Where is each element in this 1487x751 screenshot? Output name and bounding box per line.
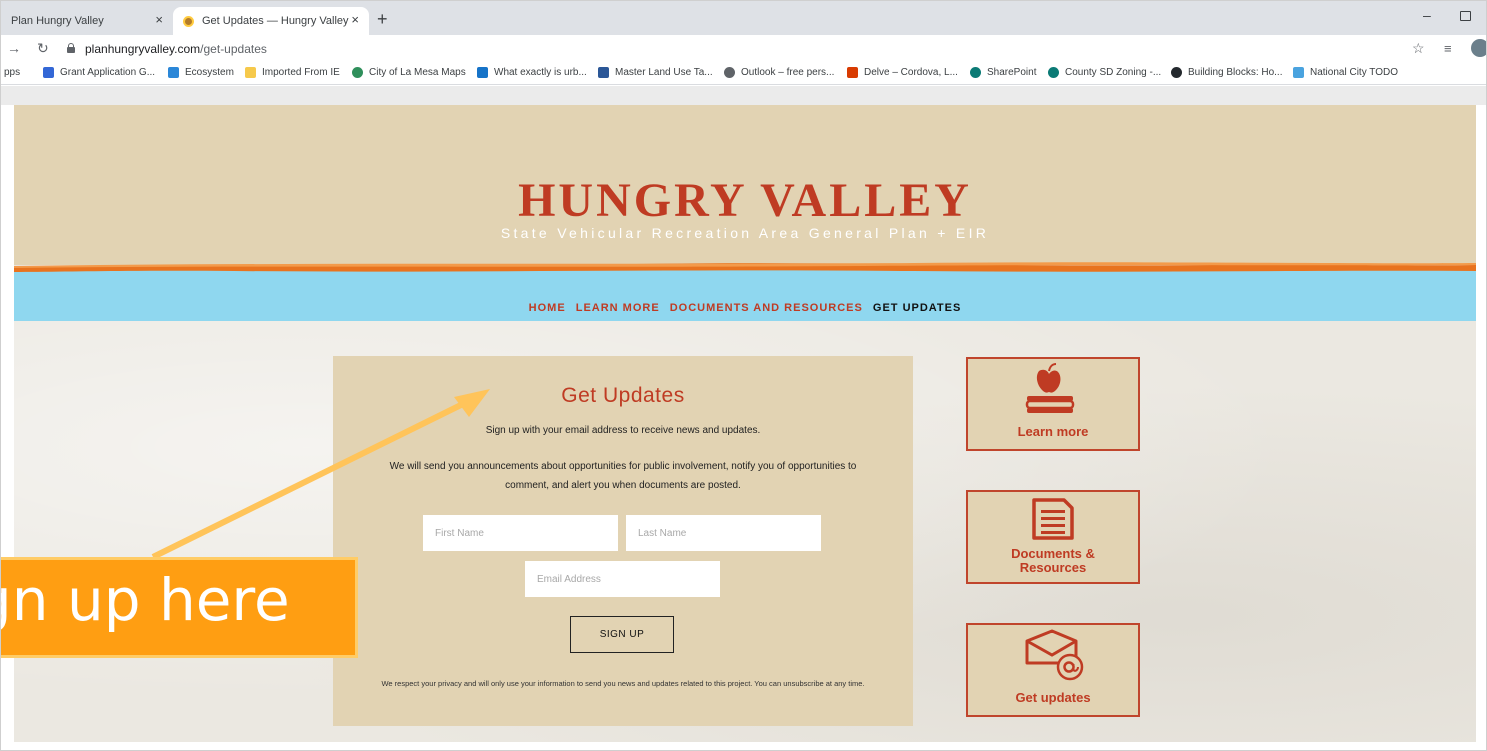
- bookmark-item[interactable]: Outlook – free pers...: [724, 67, 834, 78]
- site-subtitle: State Vehicular Recreation Area General …: [500, 225, 990, 241]
- page-icon: [477, 67, 488, 78]
- bookmark-item[interactable]: Master Land Use Ta...: [598, 67, 713, 78]
- orange-brushstroke: [14, 262, 1476, 272]
- card-label: Learn more: [1017, 424, 1089, 439]
- get-updates-form: Get Updates Sign up with your email addr…: [333, 356, 913, 726]
- privacy-note: We respect your privacy and will only us…: [381, 679, 865, 688]
- bookmark-item[interactable]: Building Blocks: Ho...: [1171, 67, 1283, 78]
- folder-icon: [245, 67, 256, 78]
- browser-tab-get-updates[interactable]: Get Updates — Hungry Valley ×: [173, 7, 369, 35]
- card-label-line1: Documents &: [1011, 546, 1095, 561]
- first-name-field[interactable]: [423, 515, 618, 551]
- maximize-window-button[interactable]: [1460, 11, 1471, 21]
- lock-icon[interactable]: [67, 43, 75, 53]
- last-name-field[interactable]: [626, 515, 821, 551]
- form-description: We will send you announcements about opp…: [389, 461, 857, 491]
- new-tab-button[interactable]: +: [377, 10, 388, 28]
- sharepoint-icon: [970, 67, 981, 78]
- reading-list-icon[interactable]: ≡: [1444, 41, 1452, 56]
- site-title[interactable]: HUNGRY VALLEY: [14, 173, 1476, 228]
- bookmark-item[interactable]: What exactly is urb...: [477, 67, 587, 78]
- landscape-icon: [1293, 67, 1304, 78]
- bookmark-item[interactable]: City of La Mesa Maps: [352, 67, 466, 78]
- profile-avatar[interactable]: [1471, 39, 1486, 57]
- nav-home[interactable]: HOME: [529, 302, 566, 314]
- sign-up-button[interactable]: SIGN UP: [570, 616, 674, 653]
- browser-toolbar: → ↻ planhungryvalley.com/get-updates ☆ ≡: [1, 35, 1486, 63]
- email-field[interactable]: [525, 561, 720, 597]
- screenshot-frame: Plan Hungry Valley × Get Updates — Hungr…: [0, 0, 1487, 751]
- grid-icon: [43, 67, 54, 78]
- bookmark-item[interactable]: Imported From IE: [245, 67, 340, 78]
- documents-resources-card[interactable]: Documents & Resources: [966, 490, 1140, 584]
- card-label-line2: Resources: [1019, 560, 1087, 575]
- address-bar[interactable]: planhungryvalley.com/get-updates: [85, 42, 267, 56]
- url-path: /get-updates: [200, 42, 267, 56]
- bookmarks-bar: pps Grant Application G... Ecosystem Imp…: [1, 63, 1486, 85]
- outlook-icon: [724, 67, 735, 78]
- get-updates-card[interactable]: Get updates: [966, 623, 1140, 717]
- close-icon[interactable]: ×: [351, 12, 359, 27]
- bookmark-item[interactable]: Grant Application G...: [43, 67, 155, 78]
- callout-text: Sign up here: [1, 566, 290, 634]
- bookmark-item[interactable]: Delve – Cordova, L...: [847, 67, 958, 78]
- globe-icon: [352, 67, 363, 78]
- tab-title: Get Updates — Hungry Valley: [202, 15, 349, 27]
- bookmark-star-icon[interactable]: ☆: [1412, 40, 1425, 57]
- bookmark-item[interactable]: SharePoint: [970, 67, 1036, 78]
- close-icon[interactable]: ×: [155, 12, 163, 27]
- minimize-window-button[interactable]: –: [1423, 7, 1431, 23]
- page-top-gap: [1, 86, 1486, 105]
- reload-icon[interactable]: ↻: [37, 40, 49, 57]
- browser-tab-bar: Plan Hungry Valley × Get Updates — Hungr…: [1, 1, 1486, 35]
- url-host: planhungryvalley.com: [85, 42, 201, 56]
- word-icon: [598, 67, 609, 78]
- apps-shortcut[interactable]: pps: [4, 67, 20, 78]
- office-icon: [847, 67, 858, 78]
- card-label: Get updates: [1015, 690, 1091, 705]
- bookmark-item[interactable]: County SD Zoning -...: [1048, 67, 1161, 78]
- bookmark-item[interactable]: National City TODO: [1293, 67, 1398, 78]
- forward-arrow-icon[interactable]: →: [7, 40, 21, 56]
- nav-get-updates[interactable]: GET UPDATES: [873, 302, 961, 314]
- learn-more-card[interactable]: Learn more: [966, 357, 1140, 451]
- main-nav: HOME LEARN MORE DOCUMENTS AND RESOURCES …: [14, 302, 1476, 314]
- form-title: Get Updates: [561, 384, 685, 407]
- tab-title: Plan Hungry Valley: [11, 15, 104, 27]
- form-intro: Sign up with your email address to recei…: [485, 425, 761, 436]
- site-favicon-icon: [183, 15, 194, 27]
- nav-documents-and-resources[interactable]: DOCUMENTS AND RESOURCES: [670, 302, 863, 314]
- github-icon: [1171, 67, 1182, 78]
- browser-tab-plan-hungry-valley[interactable]: Plan Hungry Valley ×: [1, 7, 173, 35]
- sharepoint-icon: [1048, 67, 1059, 78]
- bookmark-item[interactable]: Ecosystem: [168, 67, 234, 78]
- sign-up-callout: Sign up here: [1, 557, 358, 658]
- doc-icon: [168, 67, 179, 78]
- nav-learn-more[interactable]: LEARN MORE: [576, 302, 660, 314]
